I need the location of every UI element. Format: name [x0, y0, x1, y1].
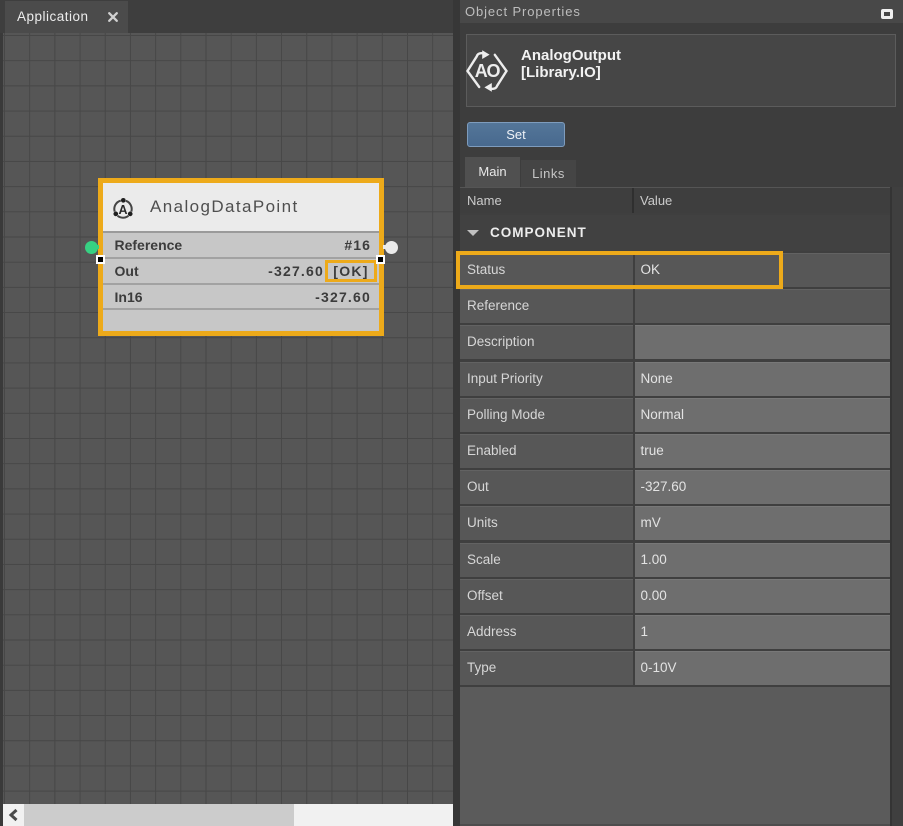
svg-text:A: A	[118, 203, 127, 217]
svg-text:AO: AO	[475, 61, 501, 81]
